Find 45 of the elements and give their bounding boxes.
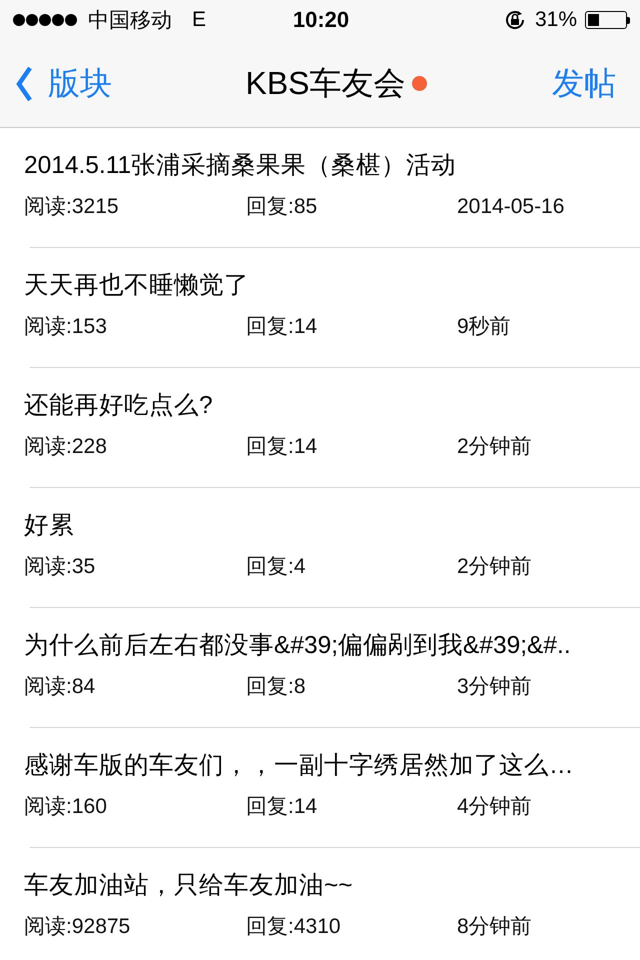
read-count: 阅读:92875 bbox=[24, 914, 132, 940]
post-title: 感谢车版的车友们，，一副十字绣居然加了这么… bbox=[24, 750, 574, 780]
read-count: 阅读:228 bbox=[24, 434, 108, 460]
battery-icon bbox=[585, 11, 630, 29]
signal-icon bbox=[12, 13, 78, 27]
post-row[interactable]: 2014.5.11张浦采摘桑果果（桑椹）活动 阅读:3215 回复:85 2014-05-16 bbox=[0, 128, 640, 247]
reply-count: 回复:85 bbox=[246, 194, 318, 220]
post-time: 3分钟前 bbox=[457, 674, 532, 700]
post-title: 车友加油站，只给车友加油~~ bbox=[24, 870, 354, 900]
post-row[interactable]: 车友加油站，只给车友加油~~ 阅读:92875 回复:4310 8分钟前 bbox=[0, 848, 640, 960]
post-title: 还能再好吃点么? bbox=[24, 390, 214, 420]
post-title: 天天再也不睡懒觉了 bbox=[24, 270, 250, 300]
read-count: 阅读:153 bbox=[24, 314, 108, 340]
carrier-name: 中国移动 bbox=[88, 8, 172, 34]
post-time: 4分钟前 bbox=[457, 794, 532, 820]
reply-count: 回复:14 bbox=[246, 794, 318, 820]
network-type: E bbox=[192, 8, 206, 32]
read-count: 阅读:35 bbox=[24, 554, 96, 580]
post-row[interactable]: 好累 阅读:35 回复:4 2分钟前 bbox=[0, 488, 640, 607]
post-time: 2分钟前 bbox=[457, 554, 532, 580]
post-time: 9秒前 bbox=[457, 314, 511, 340]
reply-count: 回复:14 bbox=[246, 314, 318, 340]
post-title: 为什么前后左右都没事&#39;偏偏剐到我&#39;&#.. bbox=[24, 630, 572, 660]
post-row[interactable]: 为什么前后左右都没事&#39;偏偏剐到我&#39;&#.. 阅读:84 回复:8 3分钟前 bbox=[0, 608, 640, 727]
post-time: 2分钟前 bbox=[457, 434, 532, 460]
read-count: 阅读:3215 bbox=[24, 194, 120, 220]
status-time: 10:20 bbox=[292, 7, 350, 33]
read-count: 阅读:160 bbox=[24, 794, 108, 820]
post-row[interactable]: 还能再好吃点么? 阅读:228 回复:14 2分钟前 bbox=[0, 368, 640, 487]
read-count: 阅读:84 bbox=[24, 674, 96, 700]
post-row[interactable]: 感谢车版的车友们，，一副十字绣居然加了这么… 阅读:160 回复:14 4分钟前 bbox=[0, 728, 640, 847]
back-button[interactable]: 版块 bbox=[16, 62, 166, 106]
battery-percent: 31% bbox=[534, 8, 577, 32]
post-time: 8分钟前 bbox=[457, 914, 532, 940]
post-title: 2014.5.11张浦采摘桑果果（桑椹）活动 bbox=[24, 150, 458, 180]
post-row[interactable]: 天天再也不睡懒觉了 阅读:153 回复:14 9秒前 bbox=[0, 248, 640, 367]
reply-count: 回复:4310 bbox=[246, 914, 342, 940]
post-title: 好累 bbox=[24, 510, 75, 540]
post-time: 2014-05-16 bbox=[457, 194, 564, 220]
nav-title: KBS车友会 bbox=[245, 64, 406, 102]
chevron-left-icon bbox=[16, 64, 32, 102]
reply-count: 回复:14 bbox=[246, 434, 318, 460]
reply-count: 回复:8 bbox=[246, 674, 307, 700]
reply-count: 回复:4 bbox=[246, 554, 307, 580]
new-post-button[interactable]: 发帖 bbox=[466, 62, 616, 106]
